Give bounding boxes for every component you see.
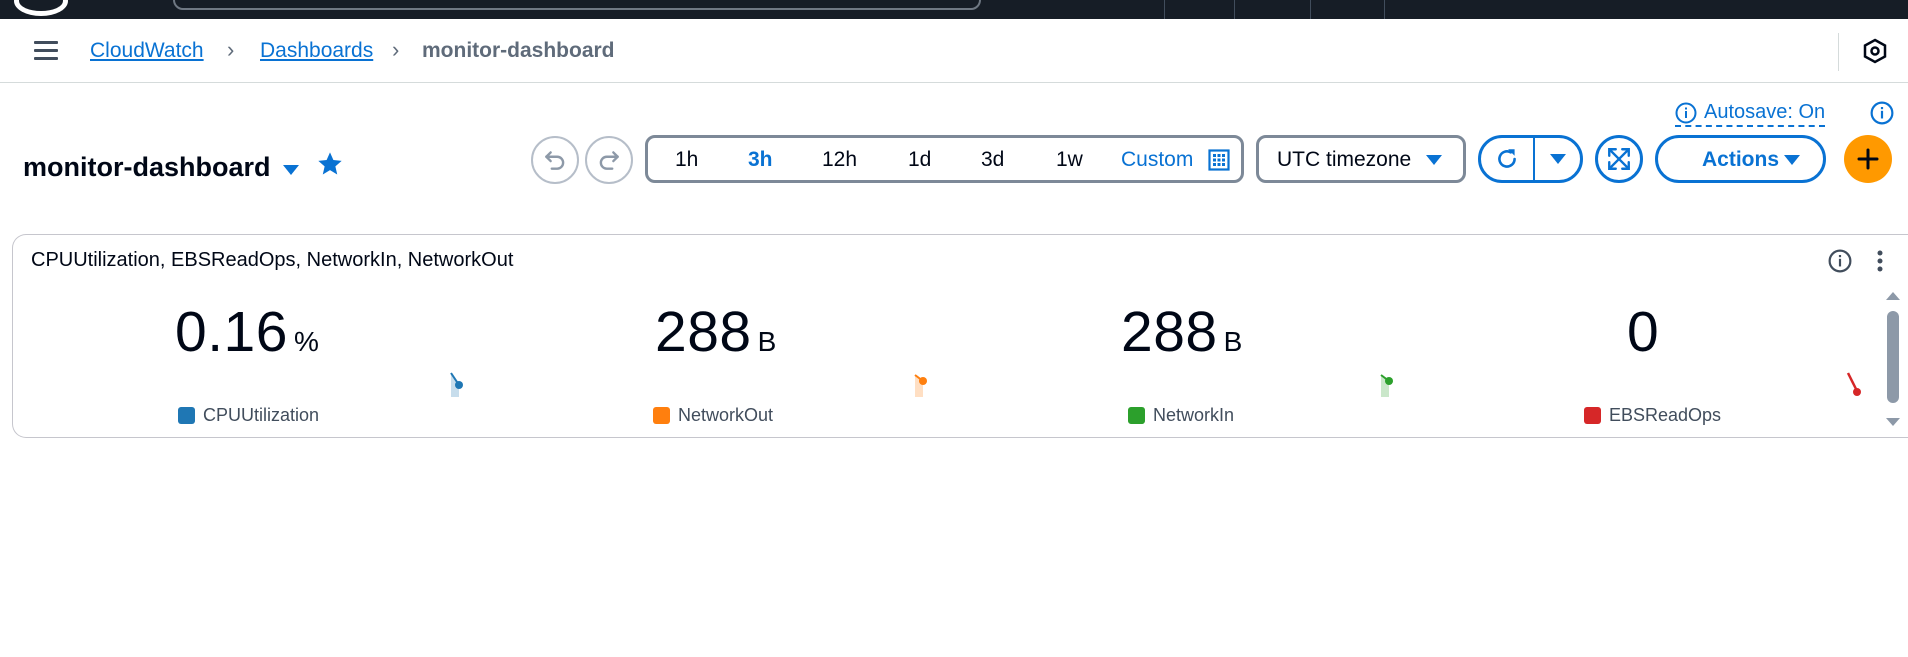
chevron-right-icon: › xyxy=(392,37,400,62)
undo-icon xyxy=(545,151,565,170)
hexagon-settings-icon[interactable] xyxy=(1862,38,1888,64)
range-option-12h[interactable]: 12h xyxy=(822,148,857,172)
legend-item-ebsreadops[interactable]: EBSReadOps xyxy=(1584,405,1721,426)
legend-swatch xyxy=(178,407,195,424)
actions-dropdown-button[interactable]: Actions xyxy=(1655,135,1826,183)
undo-button[interactable] xyxy=(531,136,579,184)
metric-unit: % xyxy=(293,326,319,357)
expand-icon xyxy=(1608,148,1630,170)
legend-swatch xyxy=(653,407,670,424)
calendar-icon[interactable] xyxy=(1208,149,1230,176)
refresh-button[interactable] xyxy=(1481,138,1533,180)
metric-value-networkout: 288 B xyxy=(655,299,776,365)
breadcrumb-cloudwatch[interactable]: CloudWatch xyxy=(90,38,204,64)
sparkline-ebsreadops xyxy=(1846,372,1861,396)
range-option-3d[interactable]: 3d xyxy=(981,148,1004,172)
metric-number: 0.16 xyxy=(175,300,288,364)
nav-divider xyxy=(1234,0,1235,19)
widget-title: CPUUtilization, EBSReadOps, NetworkIn, N… xyxy=(31,249,514,271)
caret-down-icon xyxy=(1426,155,1442,165)
legend-item-cpuutilization[interactable]: CPUUtilization xyxy=(178,405,319,426)
refresh-interval-dropdown[interactable] xyxy=(1535,138,1581,180)
range-option-1w[interactable]: 1w xyxy=(1056,148,1083,172)
legend-label: CPUUtilization xyxy=(203,405,320,425)
page-title: monitor-dashboard xyxy=(23,152,271,182)
autosave-toggle[interactable]: Autosave: On xyxy=(1675,101,1826,127)
legend-item-networkin[interactable]: NetworkIn xyxy=(1128,405,1234,426)
metric-unit: B xyxy=(757,326,777,357)
aws-logo[interactable] xyxy=(14,0,68,16)
legend-label: EBSReadOps xyxy=(1609,405,1722,425)
breadcrumb-current: monitor-dashboard xyxy=(422,39,615,62)
nav-divider xyxy=(1384,0,1385,19)
scrollbar-thumb[interactable] xyxy=(1887,311,1899,403)
legend-swatch xyxy=(1584,407,1601,424)
global-search-input[interactable] xyxy=(173,0,981,10)
redo-button[interactable] xyxy=(585,136,633,184)
range-option-3h[interactable]: 3h xyxy=(748,148,773,172)
time-range-selector: 1h 3h 12h 1d 3d 1w Custom xyxy=(645,135,1244,183)
fullscreen-button[interactable] xyxy=(1595,135,1643,183)
refresh-split-button xyxy=(1478,135,1583,183)
actions-label: Actions xyxy=(1702,148,1780,171)
breadcrumb-dashboards[interactable]: Dashboards xyxy=(260,38,373,64)
timezone-value: UTC timezone xyxy=(1277,148,1412,171)
autosave-label: Autosave: On xyxy=(1704,101,1826,123)
redo-icon xyxy=(599,151,619,170)
info-icon[interactable] xyxy=(1828,249,1852,278)
breadcrumb-divider xyxy=(1838,33,1839,71)
nav-divider xyxy=(1310,0,1311,19)
chevron-right-icon: › xyxy=(227,37,235,62)
metric-value-ebsreadops: 0 xyxy=(1627,299,1665,365)
breadcrumb-bar: CloudWatch › Dashboards › monitor-dashbo… xyxy=(0,19,1908,83)
metric-value-cpuutilization: 0.16% xyxy=(175,299,319,365)
sparkline-cpuutilization xyxy=(450,372,463,397)
legend-label: NetworkOut xyxy=(678,405,774,425)
sparkline-networkin xyxy=(1380,374,1393,397)
caret-down-icon[interactable] xyxy=(282,163,300,182)
nav-divider xyxy=(1164,0,1165,19)
metric-number: 288 xyxy=(1121,300,1218,364)
metric-value-networkin: 288 B xyxy=(1121,299,1242,365)
caret-down-icon xyxy=(1550,154,1566,164)
legend-label: NetworkIn xyxy=(1153,405,1235,425)
legend-swatch xyxy=(1128,407,1145,424)
range-option-custom[interactable]: Custom xyxy=(1121,148,1193,172)
metric-unit: B xyxy=(1223,326,1243,357)
favorite-star-icon[interactable] xyxy=(316,150,344,183)
metric-number: 0 xyxy=(1627,300,1660,364)
metrics-widget: CPUUtilization, EBSReadOps, NetworkIn, N… xyxy=(12,234,1908,438)
sparkline-networkout xyxy=(914,374,927,397)
add-widget-button[interactable] xyxy=(1844,135,1892,183)
top-navigation-bar xyxy=(0,0,1908,19)
metric-number: 288 xyxy=(655,300,752,364)
more-options-icon[interactable] xyxy=(1875,249,1885,278)
hamburger-menu-icon[interactable] xyxy=(34,41,58,61)
plus-icon xyxy=(1857,148,1879,170)
range-option-1h[interactable]: 1h xyxy=(675,148,698,172)
scroll-up-arrow-icon[interactable] xyxy=(1885,289,1901,307)
info-icon[interactable] xyxy=(1870,101,1894,130)
info-icon xyxy=(1675,102,1697,123)
caret-down-icon xyxy=(1784,155,1800,165)
timezone-select[interactable]: UTC timezone xyxy=(1256,135,1466,183)
range-option-1d[interactable]: 1d xyxy=(908,148,931,172)
refresh-icon xyxy=(1498,149,1516,168)
legend-item-networkout[interactable]: NetworkOut xyxy=(653,405,773,426)
scroll-down-arrow-icon[interactable] xyxy=(1885,415,1901,433)
